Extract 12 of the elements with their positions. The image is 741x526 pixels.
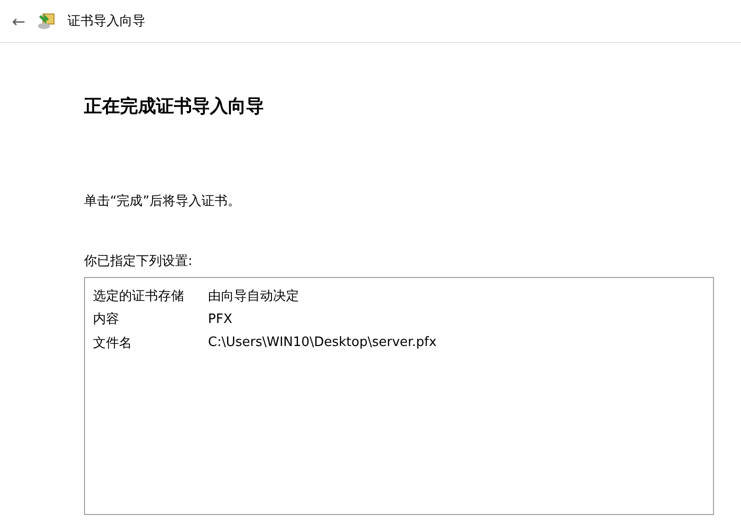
page-heading: 正在完成证书导入向导 [84, 95, 265, 119]
setting-value: C:\Users\WIN10\Desktop\server.pfx [208, 335, 437, 350]
settings-label: 你已指定下列设置: [84, 253, 194, 271]
setting-name: 选定的证书存储 [93, 288, 185, 305]
window-title: 证书导入向导 [67, 13, 146, 30]
setting-value: 由向导自动决定 [208, 288, 299, 305]
setting-value: PFX [208, 312, 232, 327]
setting-name: 内容 [93, 311, 120, 328]
certificate-icon [37, 12, 56, 30]
back-button[interactable]: ← [12, 12, 26, 30]
setting-name: 文件名 [93, 334, 133, 352]
instruction-text: 单击“完成”后将导入证书。 [84, 193, 242, 211]
